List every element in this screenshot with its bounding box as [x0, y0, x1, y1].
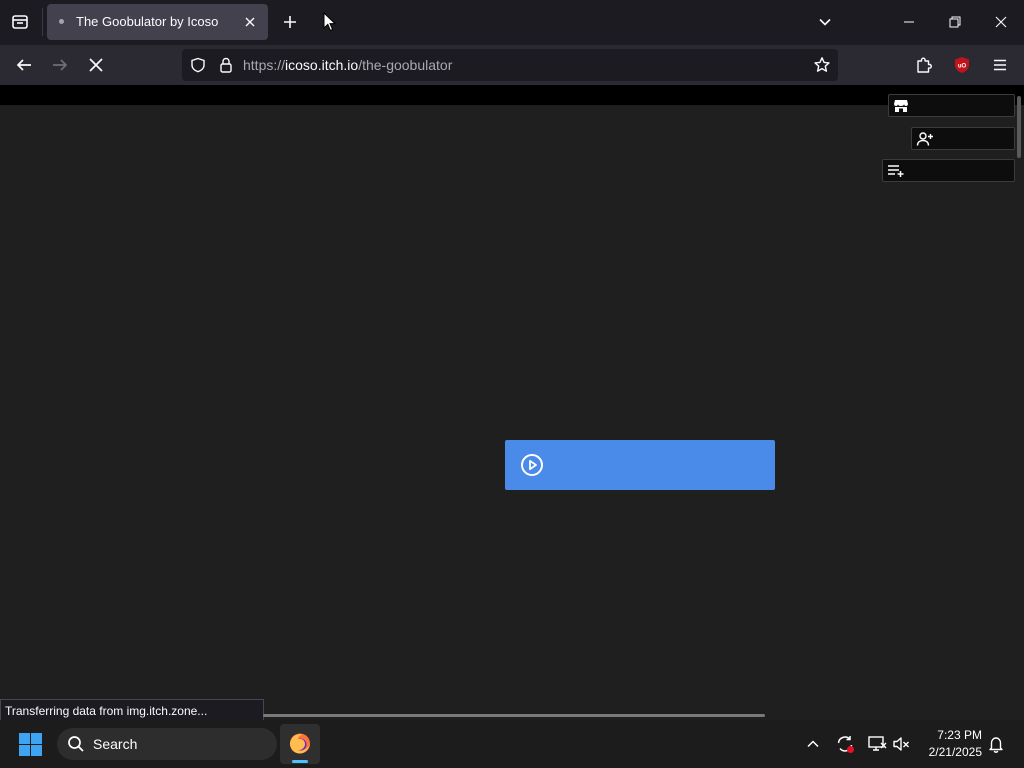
page-header-strip — [0, 85, 1024, 105]
address-bar[interactable]: https://icoso.itch.io/the-goobulator — [182, 49, 838, 81]
url-prefix: https:// — [243, 57, 286, 73]
close-icon — [995, 16, 1007, 28]
star-icon — [814, 57, 830, 72]
sync-status-button[interactable] — [835, 734, 855, 754]
search-icon — [68, 736, 84, 752]
firefox-view-icon — [12, 15, 28, 29]
view-store-button[interactable] — [888, 94, 1015, 117]
add-to-collection-button[interactable] — [882, 159, 1015, 182]
show-hidden-icons-button[interactable] — [803, 734, 823, 754]
minimize-button[interactable] — [886, 0, 932, 44]
tracking-protection-button[interactable] — [188, 55, 208, 75]
minimize-icon — [904, 21, 914, 23]
tab-close-button[interactable] — [240, 12, 260, 32]
navigation-bar: https://icoso.itch.io/the-goobulator uO — [0, 45, 1024, 85]
menu-button[interactable] — [986, 51, 1014, 79]
taskbar-firefox[interactable] — [280, 724, 320, 764]
restore-button[interactable] — [932, 0, 978, 44]
back-button[interactable] — [10, 51, 38, 79]
bookmark-button[interactable] — [810, 53, 834, 77]
tab-title: The Goobulator by Icoso — [76, 14, 219, 29]
firefox-view-button[interactable] — [6, 8, 34, 36]
arrow-left-icon — [16, 59, 31, 71]
puzzle-piece-icon — [917, 57, 932, 73]
stop-loading-button[interactable] — [82, 51, 110, 79]
volume-muted-icon — [893, 737, 909, 751]
ublock-origin-button[interactable]: uO — [948, 51, 976, 79]
url-text[interactable]: https://icoso.itch.io/the-goobulator — [243, 57, 452, 73]
hamburger-menu-icon — [994, 59, 1006, 71]
volume-button[interactable] — [891, 734, 911, 754]
lock-icon — [220, 57, 232, 73]
ublock-origin-icon: uO — [955, 57, 969, 73]
close-window-button[interactable] — [978, 0, 1024, 44]
clock-time[interactable]: 7:23 PM — [926, 728, 982, 742]
status-text: Transferring data from img.itch.zone... — [5, 704, 208, 718]
mouse-cursor-icon — [323, 12, 337, 32]
site-info-button[interactable] — [216, 55, 236, 75]
screen: The Goobulator by Icoso https://icoso.it… — [0, 0, 1024, 768]
notifications-button[interactable] — [986, 734, 1006, 754]
forward-button[interactable] — [46, 51, 74, 79]
vertical-scrollbar[interactable] — [1017, 96, 1021, 158]
stop-icon — [89, 58, 103, 72]
restore-icon — [949, 16, 961, 28]
loading-dot-icon — [59, 19, 64, 24]
bell-icon — [989, 737, 1003, 753]
tab-strip: The Goobulator by Icoso — [0, 0, 1024, 45]
active-app-indicator — [292, 760, 308, 763]
play-circle-icon — [519, 452, 545, 478]
extensions-button[interactable] — [910, 51, 938, 79]
search-label: Search — [93, 736, 138, 752]
add-user-icon — [916, 131, 933, 146]
tab-separator — [42, 8, 43, 36]
page-content — [0, 105, 1024, 718]
sync-icon — [837, 736, 854, 753]
taskbar: Search 7:23 PM 2/21/2025 — [0, 720, 1024, 768]
clock-date[interactable]: 2/21/2025 — [918, 745, 982, 759]
chevron-down-icon — [819, 18, 831, 26]
follow-button[interactable] — [911, 127, 1015, 150]
arrow-right-icon — [53, 59, 68, 71]
close-icon — [245, 17, 255, 27]
store-icon — [894, 99, 908, 112]
shield-icon — [191, 57, 205, 73]
run-game-button[interactable] — [505, 440, 775, 490]
url-host: icoso.itch.io — [285, 57, 359, 73]
tab-active[interactable]: The Goobulator by Icoso — [47, 4, 268, 40]
list-all-tabs-button[interactable] — [812, 9, 838, 35]
url-path: /the-goobulator — [358, 57, 453, 73]
network-icon — [868, 736, 887, 751]
new-tab-button[interactable] — [277, 9, 303, 35]
network-button[interactable] — [867, 734, 887, 754]
svg-text:uO: uO — [958, 64, 967, 70]
add-to-collection-icon — [888, 164, 904, 177]
status-panel: Transferring data from img.itch.zone... — [0, 699, 264, 720]
firefox-icon — [290, 733, 310, 754]
horizontal-scrollbar[interactable] — [263, 714, 765, 717]
taskbar-search[interactable]: Search — [57, 728, 277, 760]
chevron-up-icon — [807, 740, 819, 748]
plus-icon — [284, 16, 296, 28]
start-button[interactable] — [17, 731, 45, 759]
